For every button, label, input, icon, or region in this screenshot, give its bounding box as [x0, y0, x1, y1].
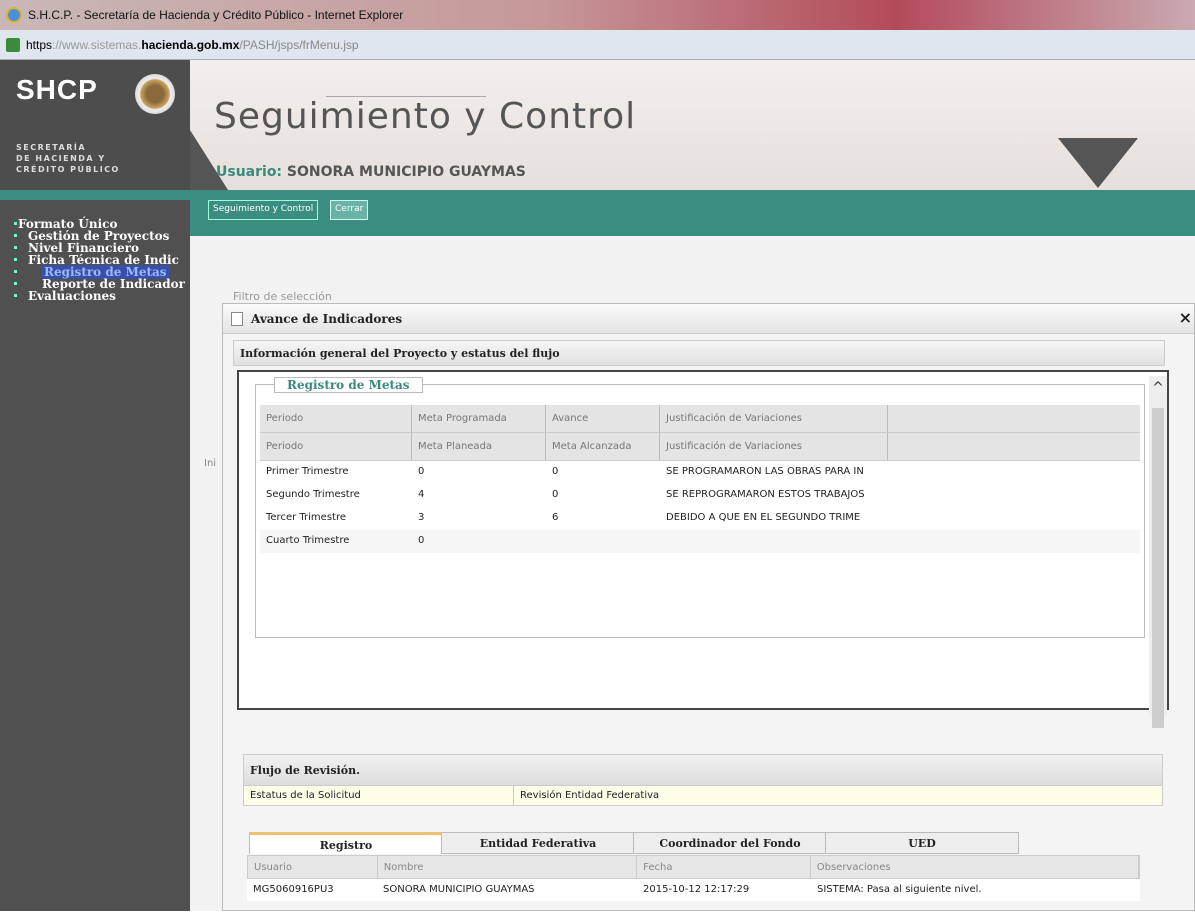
column-header[interactable]: Justificación de Variaciones: [660, 433, 888, 460]
cell-justificacion: DEBIDO A QUE EN EL SEGUNDO TRIME: [666, 512, 861, 523]
secure-page-icon: [6, 37, 20, 52]
status-value: Revisión Entidad Federativa: [520, 790, 660, 801]
cell-meta: 0: [418, 535, 425, 546]
scroll-up-icon[interactable]: ^: [1149, 380, 1167, 396]
tab-ued[interactable]: UED: [825, 832, 1019, 854]
logo-subtitle: SECRETARÍA DE HACIENDA Y CRÉDITO PÚBLICO: [16, 142, 120, 175]
column-header[interactable]: Usuario: [248, 856, 378, 878]
cell-periodo: Primer Trimestre: [266, 466, 349, 477]
table-row[interactable]: Segundo Trimestre 4 0 SE REPROGRAMARON E…: [260, 484, 1140, 507]
logo-sub-line: SECRETARÍA: [16, 143, 87, 152]
cell-avance: 0: [552, 489, 559, 500]
shcp-logo: SHCP SECRETARÍA DE HACIENDA Y CRÉDITO PÚ…: [0, 60, 190, 190]
cell-avance: 6: [552, 512, 559, 523]
column-header[interactable]: Periodo: [260, 433, 412, 460]
top-navbar: Seguimiento y Control Cerrar: [190, 190, 1195, 236]
flujo-grid: Usuario Nombre Fecha Observaciones MG506…: [247, 855, 1140, 901]
cell-usuario: MG5060916PU3: [253, 884, 334, 895]
column-header[interactable]: Periodo: [260, 405, 412, 432]
registro-metas-fieldset: Registro de Metas Periodo Meta Programad…: [255, 377, 1145, 638]
user-name: SONORA MUNICIPIO GUAYMAS: [286, 164, 526, 180]
scroll-thumb[interactable]: [1152, 408, 1164, 728]
metas-grid: Periodo Meta Programada Avance Justifica…: [260, 405, 1140, 553]
tab-seguimiento-control[interactable]: Seguimiento y Control: [208, 200, 319, 220]
cell-periodo: Cuarto Trimestre: [266, 535, 350, 546]
address-bar[interactable]: https://www.sistemas. hacienda.gob.mx/PAS…: [0, 30, 1195, 60]
close-icon[interactable]: ×: [1179, 308, 1192, 327]
app-title: Seguimiento y Control: [214, 96, 637, 137]
metas-scroll-area[interactable]: Registro de Metas Periodo Meta Programad…: [237, 370, 1169, 710]
grid-header-row: Periodo Meta Programada Avance Justifica…: [260, 405, 1140, 433]
document-icon: [231, 311, 243, 326]
window-titlebar: S.H.C.P. - Secretaría de Hacienda y Créd…: [0, 0, 1195, 30]
column-header[interactable]: Justificación de Variaciones: [660, 405, 888, 432]
flujo-title: Flujo de Revisión.: [243, 754, 1163, 786]
sidebar-item-evaluaciones[interactable]: Evaluaciones: [14, 290, 190, 302]
status-label: Estatus de la Solicitud: [244, 786, 514, 805]
cell-justificacion: SE REPROGRAMARON ESTOS TRABAJOS: [666, 489, 865, 500]
vertical-scrollbar[interactable]: ^: [1149, 376, 1167, 728]
sidebar-menu: Formato Único Gestión de Proyectos Nivel…: [0, 200, 190, 302]
table-row[interactable]: Tercer Trimestre 3 6 DEBIDO A QUE EN EL …: [260, 507, 1140, 530]
grid-header-row: Periodo Meta Planeada Meta Alcanzada Jus…: [260, 433, 1140, 461]
column-header[interactable]: Avance: [546, 405, 660, 432]
avance-indicadores-dialog: Avance de Indicadores × Información gene…: [222, 303, 1195, 911]
cell-observaciones: SISTEMA: Pasa al siguiente nivel.: [817, 884, 982, 895]
column-header[interactable]: Nombre: [378, 856, 638, 878]
page-header: SHCP SECRETARÍA DE HACIENDA Y CRÉDITO PÚ…: [0, 60, 1195, 190]
column-header[interactable]: Observaciones: [811, 856, 1139, 878]
user-info: Usuario: SONORA MUNICIPIO GUAYMAS: [216, 164, 526, 180]
column-header[interactable]: Meta Planeada: [412, 433, 546, 460]
table-row[interactable]: Primer Trimestre 0 0 SE PROGRAMARON LAS …: [260, 461, 1140, 484]
tab-coordinador-fondo[interactable]: Coordinador del Fondo: [633, 832, 827, 854]
section-title: Información general del Proyecto y estat…: [233, 340, 1165, 366]
cell-meta: 3: [418, 512, 425, 523]
tab-cerrar[interactable]: Cerrar: [330, 200, 369, 220]
window-title: S.H.C.P. - Secretaría de Hacienda y Créd…: [28, 8, 404, 22]
decorative-triangle: [1058, 138, 1138, 188]
cell-nombre: SONORA MUNICIPIO GUAYMAS: [383, 884, 535, 895]
table-row[interactable]: Cuarto Trimestre 0: [260, 530, 1140, 553]
tab-entidad-federativa[interactable]: Entidad Federativa: [441, 832, 635, 854]
logo-sub-line: CRÉDITO PÚBLICO: [16, 165, 120, 174]
logo-sub-line: DE HACIENDA Y: [16, 154, 106, 163]
decorative-shape: [190, 130, 228, 190]
national-seal-icon: [135, 74, 175, 114]
tab-registro[interactable]: Registro: [249, 832, 443, 854]
background-partial-text: Ini: [204, 458, 217, 469]
cell-justificacion: SE PROGRAMARON LAS OBRAS PARA IN: [666, 466, 864, 477]
column-header[interactable]: Meta Alcanzada: [546, 433, 660, 460]
filter-label: Filtro de selección: [233, 290, 332, 303]
flujo-tabs: Registro Entidad Federativa Coordinador …: [249, 832, 1019, 854]
url-scheme: https: [26, 37, 53, 52]
table-row[interactable]: MG5060916PU3 SONORA MUNICIPIO GUAYMAS 20…: [247, 879, 1140, 901]
cell-justificacion: [660, 530, 888, 553]
user-label: Usuario:: [216, 164, 283, 180]
grid-header-row: Usuario Nombre Fecha Observaciones: [247, 855, 1140, 879]
cell-meta: 4: [418, 489, 425, 500]
url-host-prefix: ://www.sistemas.: [52, 37, 142, 52]
cell-periodo: Segundo Trimestre: [266, 489, 360, 500]
sidebar: Formato Único Gestión de Proyectos Nivel…: [0, 190, 190, 911]
dialog-header: Avance de Indicadores: [223, 304, 1194, 334]
cell-avance: [546, 530, 660, 553]
cell-fecha: 2015-10-12 12:17:29: [643, 884, 750, 895]
internet-explorer-icon: [6, 7, 22, 23]
url-path: /PASH/jsps/frMenu.jsp: [239, 37, 359, 52]
sidebar-accent: [0, 190, 190, 200]
dialog-title: Avance de Indicadores: [251, 311, 403, 326]
column-header[interactable]: Fecha: [637, 856, 811, 878]
estatus-row: Estatus de la Solicitud Revisión Entidad…: [243, 786, 1163, 806]
column-header[interactable]: Meta Programada: [412, 405, 546, 432]
flujo-revision-panel: Flujo de Revisión. Estatus de la Solicit…: [243, 754, 1163, 914]
url-domain: hacienda.gob.mx: [141, 37, 240, 52]
cell-meta: 0: [418, 466, 425, 477]
cell-periodo: Tercer Trimestre: [266, 512, 346, 523]
cell-avance: 0: [552, 466, 559, 477]
fieldset-legend: Registro de Metas: [274, 377, 423, 393]
